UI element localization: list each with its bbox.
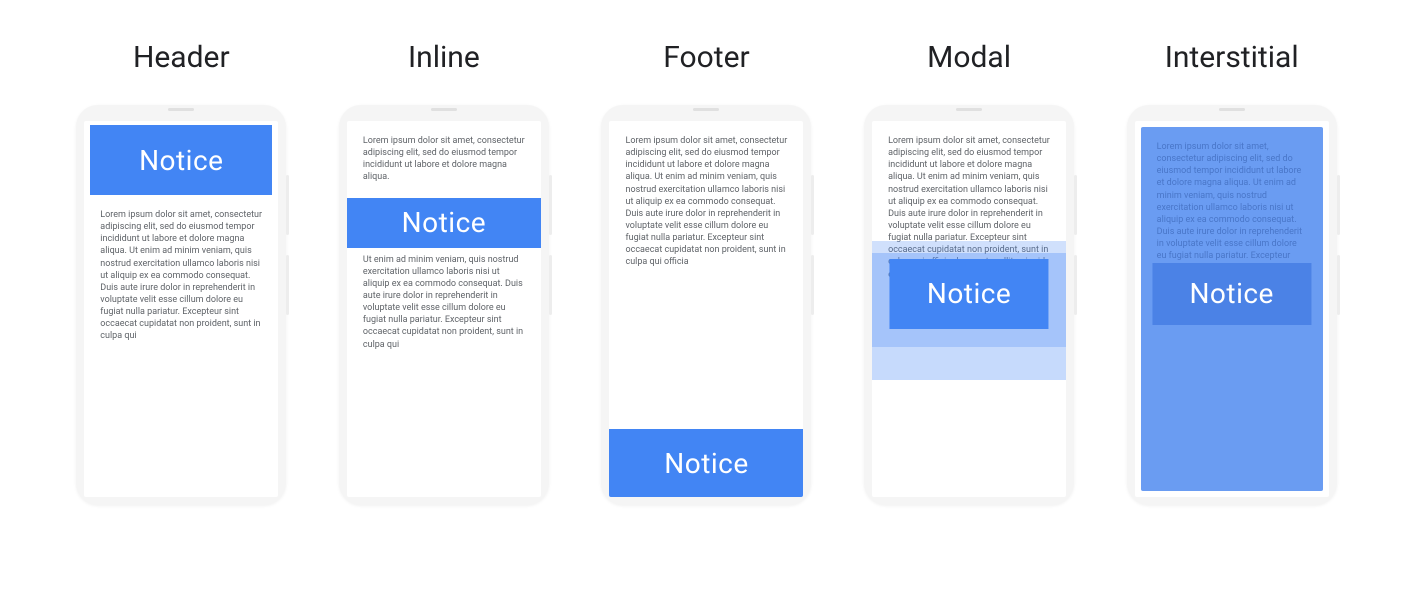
notice-label: Notice	[1189, 277, 1273, 310]
body-text: Lorem ipsum dolor sit amet, consectetur …	[84, 195, 278, 357]
body-text-bottom: Ut enim ad minim veniam, quis nostrud ex…	[347, 248, 541, 365]
phone-frame: Lorem ipsum dolor sit amet, consectetur …	[1127, 105, 1337, 505]
notice-banner-header: Notice	[90, 125, 272, 195]
phone-frame: Notice Lorem ipsum dolor sit amet, conse…	[76, 105, 286, 505]
phone-screen: Lorem ipsum dolor sit amet, consectetur …	[872, 121, 1066, 497]
variant-title: Interstitial	[1165, 40, 1299, 75]
phone-frame: Lorem ipsum dolor sit amet, consectetur …	[339, 105, 549, 505]
notice-label: Notice	[664, 447, 748, 480]
phone-frame: Lorem ipsum dolor sit amet, consectetur …	[864, 105, 1074, 505]
variant-header: Header Notice Lorem ipsum dolor sit amet…	[56, 40, 306, 505]
variant-title: Modal	[927, 40, 1011, 75]
body-text-top: Lorem ipsum dolor sit amet, consectetur …	[347, 121, 541, 198]
variant-modal: Modal Lorem ipsum dolor sit amet, consec…	[844, 40, 1094, 505]
phone-screen: Lorem ipsum dolor sit amet, consectetur …	[1135, 121, 1329, 497]
notice-label: Notice	[139, 144, 223, 177]
variant-inline: Inline Lorem ipsum dolor sit amet, conse…	[319, 40, 569, 505]
notice-banner-inline: Notice	[347, 198, 541, 248]
notice-label: Notice	[402, 206, 486, 239]
variant-footer: Footer Lorem ipsum dolor sit amet, conse…	[581, 40, 831, 505]
variant-title: Footer	[663, 40, 749, 75]
notice-banner-interstitial: Notice	[1152, 263, 1311, 325]
phone-screen: Lorem ipsum dolor sit amet, consectetur …	[609, 121, 803, 497]
phone-frame: Lorem ipsum dolor sit amet, consectetur …	[601, 105, 811, 505]
notice-banner-footer: Notice	[609, 429, 803, 497]
variant-title: Header	[133, 40, 230, 75]
variant-title: Inline	[408, 40, 480, 75]
notice-label: Notice	[927, 277, 1011, 310]
body-text: Lorem ipsum dolor sit amet, consectetur …	[609, 121, 803, 283]
variant-interstitial: Interstitial Lorem ipsum dolor sit amet,…	[1107, 40, 1357, 505]
phone-screen: Notice Lorem ipsum dolor sit amet, conse…	[84, 121, 278, 497]
phone-screen: Lorem ipsum dolor sit amet, consectetur …	[347, 121, 541, 497]
notice-banner-modal: Notice	[890, 259, 1049, 329]
